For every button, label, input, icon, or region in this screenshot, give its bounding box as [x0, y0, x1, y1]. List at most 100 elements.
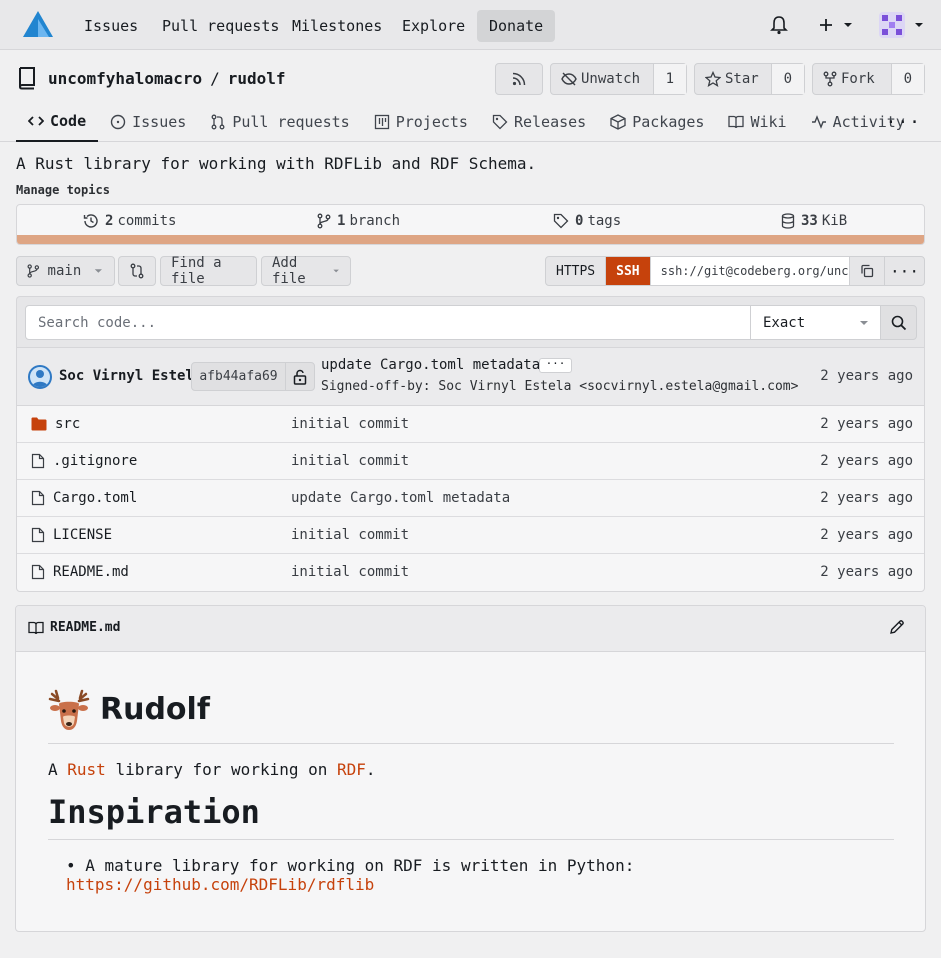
search-icon: [891, 315, 906, 330]
file-name-link[interactable]: .gitignore: [53, 453, 137, 469]
inspiration-heading: Inspiration: [48, 793, 894, 840]
tab-packages[interactable]: Packages: [598, 102, 716, 142]
tag-icon: [492, 114, 508, 130]
tab-code[interactable]: Code: [16, 102, 99, 142]
file-name-link[interactable]: src: [55, 416, 80, 432]
code-search-input[interactable]: [25, 305, 751, 340]
commits-label: commits: [117, 213, 177, 229]
nav-explore[interactable]: Explore: [390, 10, 477, 42]
clone-more-icon[interactable]: ···: [885, 257, 924, 285]
branch-selector[interactable]: main: [16, 256, 115, 286]
caret-down-icon: [844, 23, 852, 27]
table-row: LICENSE initial commit 2 years ago: [17, 517, 924, 554]
readme-title: Rudolf: [48, 686, 894, 744]
nav-milestones[interactable]: Milestones: [280, 10, 394, 42]
history-icon: [83, 214, 98, 228]
star-count[interactable]: 0: [770, 64, 804, 94]
issue-icon: [110, 114, 126, 130]
add-file-dropdown[interactable]: Add file: [261, 255, 351, 287]
project-board-icon: [374, 114, 389, 130]
edit-pencil-icon[interactable]: [889, 619, 905, 639]
file-name-link[interactable]: README.md: [53, 564, 129, 580]
manage-topics-link[interactable]: Manage topics: [16, 183, 110, 197]
nav-issues[interactable]: Issues: [72, 10, 150, 42]
tab-projects[interactable]: Projects: [362, 102, 480, 142]
search-mode-select[interactable]: Exact: [750, 305, 881, 340]
commit-message-link[interactable]: update Cargo.toml metadata: [321, 357, 540, 373]
fork-count[interactable]: 0: [890, 64, 924, 94]
file-commit-message[interactable]: update Cargo.toml metadata: [291, 480, 510, 516]
language-bar[interactable]: [17, 235, 924, 244]
readme-content: Rudolf A Rust library for working on RDF…: [48, 686, 894, 894]
file-commit-message[interactable]: initial commit: [291, 406, 409, 442]
file-commit-message[interactable]: initial commit: [291, 554, 409, 590]
clone-url-field[interactable]: ssh://git@codeberg.org/uncomfyhalomacro/…: [650, 257, 850, 285]
commits-count: 2: [105, 213, 114, 229]
pull-request-icon: [211, 114, 225, 130]
repo-description: A Rust library for working with RDFLib a…: [16, 154, 537, 173]
caret-down-icon: [915, 23, 923, 27]
tag-icon: [553, 213, 569, 229]
find-file-button[interactable]: Find a file: [160, 255, 257, 287]
search-mode-value: Exact: [763, 314, 806, 331]
file-commit-message[interactable]: initial commit: [291, 517, 409, 553]
compare-icon: [130, 263, 144, 279]
repo-owner-link[interactable]: uncomfyhalomacro: [48, 69, 202, 88]
file-commit-time: 2 years ago: [820, 416, 913, 432]
commit-signoff: Signed-off-by: Soc Virnyl Estela <socvir…: [321, 379, 799, 394]
branch-icon: [317, 213, 331, 229]
more-tabs-icon[interactable]: ···: [885, 112, 921, 133]
file-icon: [31, 453, 45, 469]
unwatch-button[interactable]: Unwatch 1: [550, 63, 687, 95]
code-icon: [28, 116, 44, 126]
avatar[interactable]: [28, 365, 52, 389]
nav-pull-requests[interactable]: Pull requests: [150, 10, 291, 42]
branch-icon: [27, 264, 40, 278]
file-name-link[interactable]: Cargo.toml: [53, 490, 137, 506]
star-button[interactable]: Star 0: [694, 63, 805, 95]
size-value: 33: [801, 213, 818, 229]
commit-sha-link[interactable]: afb44afa69: [192, 363, 286, 390]
copy-url-button[interactable]: [850, 257, 885, 285]
ssh-toggle[interactable]: SSH: [606, 257, 651, 285]
table-row: README.md initial commit 2 years ago: [17, 554, 924, 591]
bell-icon[interactable]: [770, 13, 788, 37]
rdflib-link[interactable]: https://github.com/RDFLib/rdflib: [66, 875, 374, 894]
repo-name-link[interactable]: rudolf: [228, 69, 286, 88]
codeberg-logo-icon[interactable]: [22, 10, 54, 40]
commit-author[interactable]: Soc Virnyl Estela: [59, 368, 202, 384]
caret-down-icon: [860, 320, 868, 325]
readme-panel: README.md Rudolf A Rust library for work…: [15, 605, 926, 932]
commits-stat[interactable]: 2 commits: [83, 205, 176, 237]
fork-button[interactable]: Fork 0: [812, 63, 925, 95]
tab-issues-label: Issues: [132, 113, 187, 131]
tab-packages-label: Packages: [632, 113, 705, 131]
tags-stat[interactable]: 0 tags: [553, 205, 621, 237]
tab-releases[interactable]: Releases: [480, 102, 598, 142]
tab-pull-requests[interactable]: Pull requests: [198, 102, 361, 142]
rust-link[interactable]: Rust: [67, 760, 106, 779]
watch-count[interactable]: 1: [652, 64, 686, 94]
tab-pull-requests-label: Pull requests: [232, 113, 350, 131]
branch-stat[interactable]: 1 branch: [317, 205, 400, 237]
rss-feed-button[interactable]: [495, 63, 543, 95]
rdf-link[interactable]: RDF: [337, 760, 366, 779]
user-menu-dropdown[interactable]: [879, 12, 925, 38]
nav-donate[interactable]: Donate: [477, 10, 556, 42]
commit-expand-button[interactable]: ···: [539, 358, 572, 373]
https-toggle[interactable]: HTTPS: [546, 257, 607, 285]
caret-down-icon: [333, 269, 339, 273]
tab-wiki[interactable]: Wiki: [716, 102, 798, 142]
branch-label: branch: [349, 213, 401, 229]
search-button[interactable]: [880, 305, 917, 340]
file-commit-message[interactable]: initial commit: [291, 443, 409, 479]
create-new-dropdown[interactable]: [818, 13, 854, 37]
commit-sha-group: afb44afa69: [191, 362, 315, 391]
table-row: src initial commit 2 years ago: [17, 406, 924, 443]
branch-count: 1: [337, 213, 346, 229]
tab-issues[interactable]: Issues: [98, 102, 198, 142]
unlock-icon[interactable]: [286, 363, 314, 390]
deer-emoji-icon: [48, 689, 90, 730]
file-name-link[interactable]: LICENSE: [53, 527, 112, 543]
compare-button[interactable]: [118, 256, 156, 286]
